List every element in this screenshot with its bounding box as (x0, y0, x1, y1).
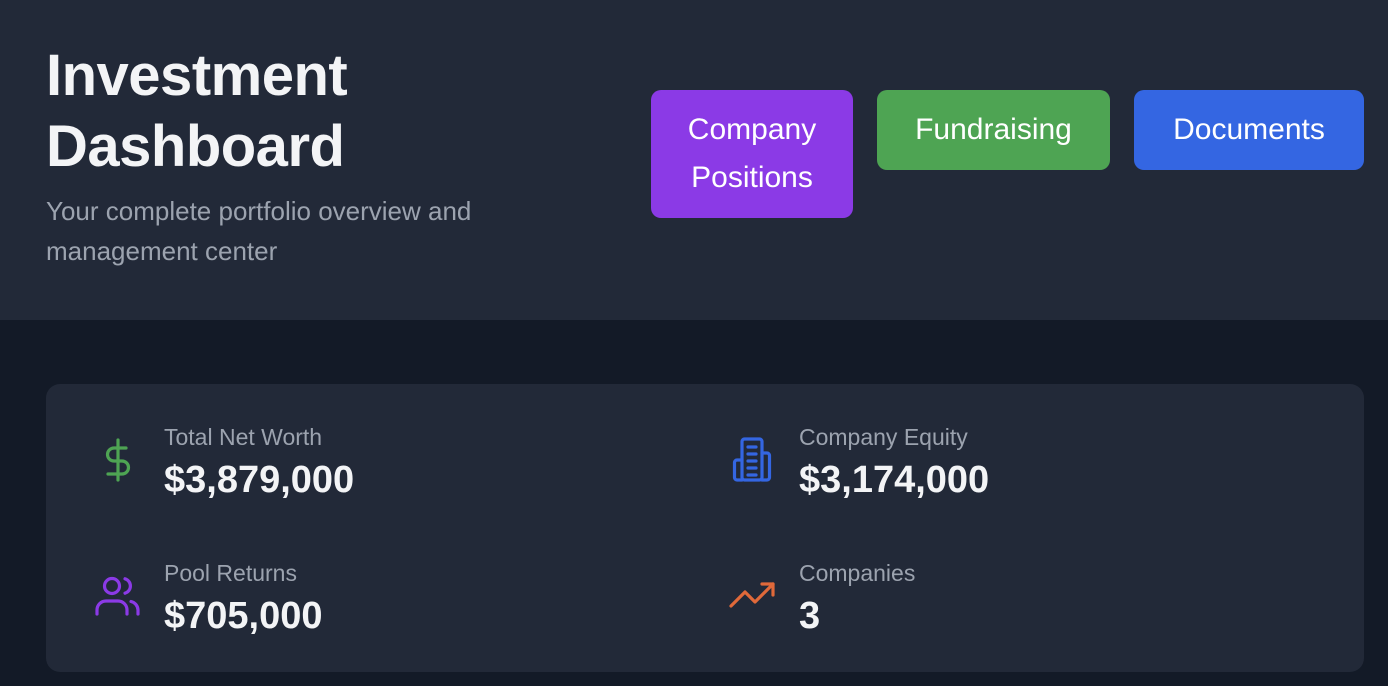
stat-value: $705,000 (164, 595, 323, 637)
stat-label: Companies (799, 560, 916, 586)
fundraising-button[interactable]: Fundraising (877, 90, 1110, 170)
users-icon (94, 572, 142, 620)
stat-label: Company Equity (799, 424, 968, 450)
stat-value: $3,879,000 (164, 459, 355, 501)
building-icon (729, 436, 777, 484)
company-positions-button[interactable]: Company Positions (651, 90, 853, 218)
page-header: Investment Dashboard Your complete portf… (0, 0, 1388, 320)
page-subtitle: Your complete portfolio overview and man… (46, 196, 472, 266)
dollar-icon (94, 436, 142, 484)
stat-value: 3 (799, 595, 821, 637)
stat-label: Pool Returns (164, 560, 297, 586)
stat-value: $3,174,000 (799, 459, 990, 501)
stats-card: Total Net Worth $3,879,000 Company Equit… (46, 384, 1364, 672)
documents-button[interactable]: Documents (1134, 90, 1364, 170)
stat-label: Total Net Worth (164, 424, 323, 450)
page-title: Investment Dashboard (46, 43, 348, 179)
trending-up-icon (729, 572, 777, 620)
